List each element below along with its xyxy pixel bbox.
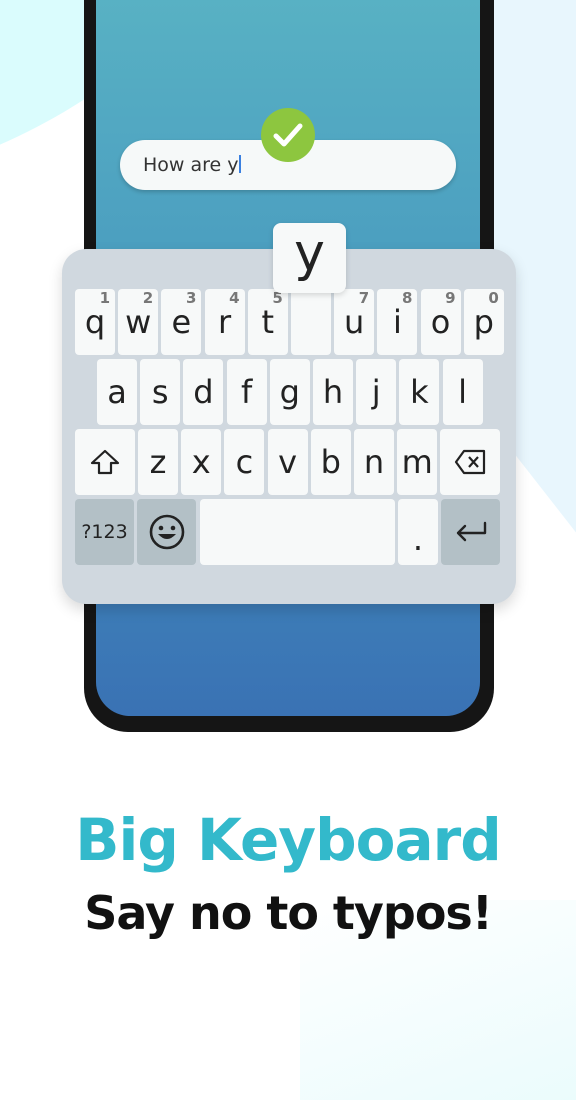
key-label: c <box>235 443 254 481</box>
key-hint: 9 <box>445 289 456 307</box>
key-i[interactable]: i8 <box>377 289 418 355</box>
key-hint: 0 <box>488 289 499 307</box>
text-cursor <box>238 155 241 173</box>
enter-icon <box>456 521 486 542</box>
keyboard: q 1 w 2 e 3 r 4 t 5 u 7 i 8 o 9 p 0 a s d f g h j k l z x c v b n m ?123. <box>62 249 516 604</box>
key-p[interactable]: p0 <box>463 289 504 355</box>
key-label: j <box>371 373 381 411</box>
key-d[interactable]: d <box>183 359 224 425</box>
headline: Big Keyboard <box>75 806 502 874</box>
key-o[interactable]: o9 <box>420 289 461 355</box>
key-hint: 7 <box>358 289 370 307</box>
key-r[interactable]: r4 <box>204 289 245 355</box>
key-label: x <box>191 443 211 481</box>
key-k[interactable]: k <box>399 359 440 425</box>
key-label: i <box>392 303 402 341</box>
key-label: o <box>430 303 451 341</box>
key-hint: 5 <box>272 289 283 307</box>
key-g[interactable]: g <box>269 359 310 425</box>
key-label: p <box>473 303 494 341</box>
key-y-pressed[interactable] <box>291 289 331 355</box>
key-e[interactable]: e3 <box>161 289 202 355</box>
key-label: k <box>410 373 429 411</box>
key-hint: 4 <box>229 289 240 307</box>
key-label: h <box>322 373 344 411</box>
key-hint: 2 <box>142 289 154 307</box>
key-j[interactable]: j <box>356 359 397 425</box>
key-f[interactable]: f <box>226 359 267 425</box>
key-q[interactable]: q1 <box>75 289 115 355</box>
key-hint: 1 <box>99 289 110 307</box>
key-label: l <box>458 373 468 411</box>
backspace-key[interactable] <box>440 429 500 495</box>
backspace-icon <box>454 449 486 475</box>
key-hint: 8 <box>401 289 413 307</box>
key-n[interactable]: n <box>354 429 394 495</box>
key-label: q <box>84 303 106 341</box>
key-label: v <box>278 443 298 481</box>
key-label: b <box>320 443 341 481</box>
key-b[interactable]: b <box>310 429 351 495</box>
key-label: z <box>149 443 167 481</box>
emoji-key[interactable] <box>137 499 196 565</box>
period-key[interactable]: . <box>398 499 438 565</box>
shift-key[interactable] <box>75 429 135 495</box>
key-label: f <box>240 373 253 411</box>
key-hint: 3 <box>185 289 197 307</box>
input-text: How are y <box>143 154 241 176</box>
space-key[interactable] <box>200 499 395 565</box>
key-m[interactable]: m <box>397 429 438 495</box>
key-c[interactable]: c <box>224 429 265 495</box>
key-w[interactable]: w2 <box>118 289 159 355</box>
key-x[interactable]: x <box>181 429 222 495</box>
symbols-key[interactable]: ?123 <box>75 499 134 565</box>
key-label: u <box>344 303 365 341</box>
key-label: d <box>193 373 214 411</box>
key-t[interactable]: t5 <box>247 289 288 355</box>
key-z[interactable]: z <box>138 429 178 495</box>
key-preview-popup: y <box>273 223 346 293</box>
key-label: g <box>279 373 300 411</box>
checkmark-icon <box>261 108 315 162</box>
key-label: n <box>363 443 385 481</box>
key-l[interactable]: l <box>442 359 483 425</box>
emoji-icon <box>149 514 184 550</box>
key-label: s <box>151 373 169 411</box>
key-a[interactable]: a <box>97 359 137 425</box>
key-label: w <box>125 303 152 341</box>
key-label: . <box>412 520 424 558</box>
key-label: m <box>401 443 433 481</box>
key-u[interactable]: u7 <box>334 289 375 355</box>
key-s[interactable]: s <box>140 359 181 425</box>
key-label: e <box>171 303 192 341</box>
key-label: a <box>107 373 127 411</box>
key-h[interactable]: h <box>313 359 353 425</box>
shift-icon <box>90 449 120 475</box>
enter-key[interactable] <box>441 499 500 565</box>
subline: Say no to typos! <box>84 886 493 940</box>
key-label: r <box>218 303 232 341</box>
key-label: t <box>261 303 275 341</box>
key-v[interactable]: v <box>267 429 308 495</box>
key-label: ?123 <box>81 521 128 543</box>
